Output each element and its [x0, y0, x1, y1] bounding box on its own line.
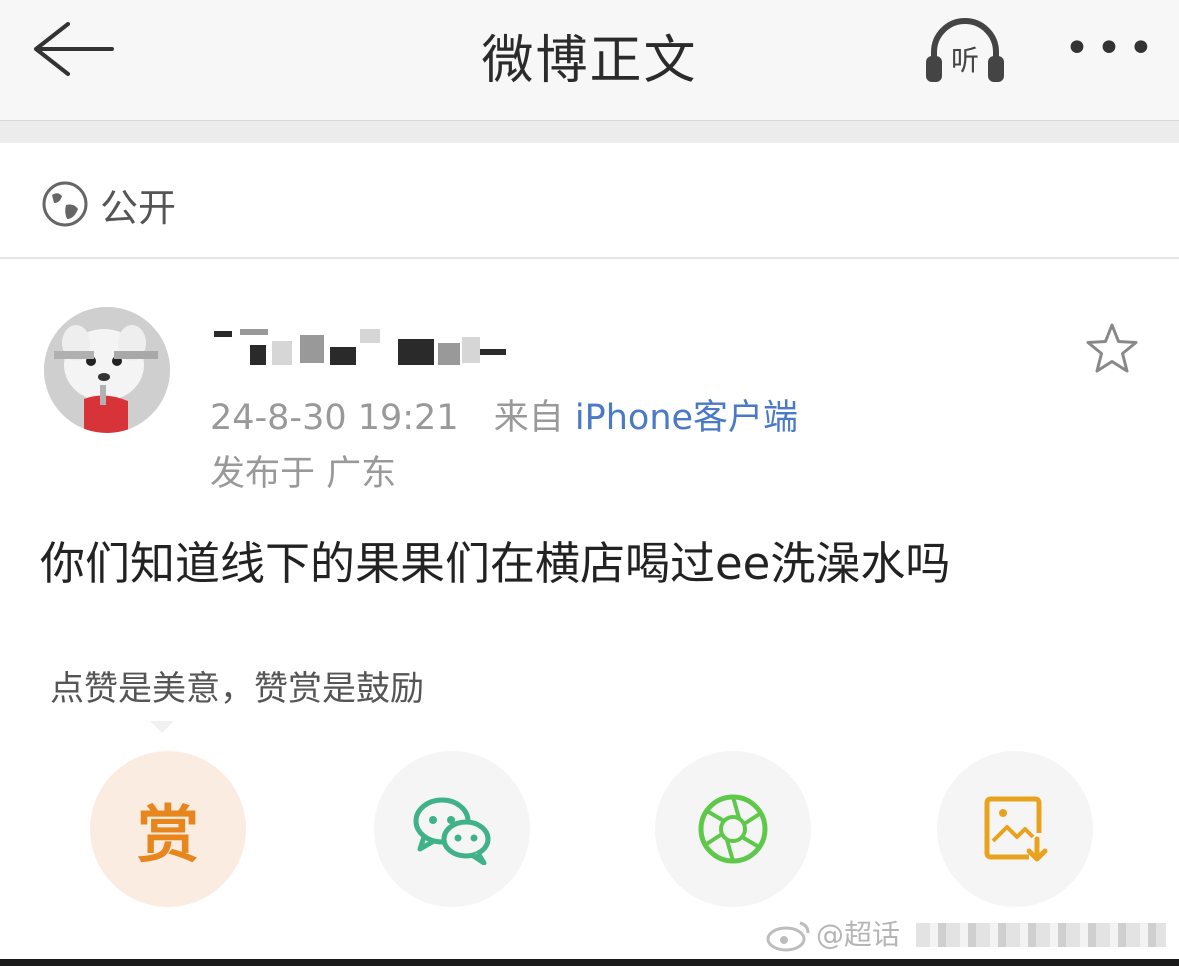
reward-tip: 点赞是美意，赞赏是鼓励: [50, 669, 424, 709]
top-nav-bar: 微博正文 听 •••: [0, 0, 1179, 121]
watermark-text: @超话: [816, 918, 901, 951]
post-location: 发布于 广东: [210, 454, 397, 494]
save-image-button[interactable]: [937, 751, 1093, 907]
wechat-icon: [413, 797, 491, 865]
weibo-logo-icon: [766, 921, 810, 952]
source-prefix: 来自: [493, 398, 564, 438]
visibility-label: 公开: [100, 186, 177, 230]
share-wechat-button[interactable]: [374, 751, 530, 907]
globe-icon: [42, 181, 88, 227]
reward-label: 赏: [136, 798, 199, 871]
post-content: 你们知道线下的果果们在横店喝过ee洗澡水吗: [40, 537, 951, 590]
post-meta: 24-8-30 19:21 来自 iPhone客户端: [210, 389, 798, 440]
avatar-image: [44, 307, 170, 433]
post-time: 24-8-30 19:21: [210, 398, 459, 438]
headphones-icon: 听: [926, 18, 1004, 82]
more-options-button[interactable]: •••: [1064, 14, 1156, 84]
source-link[interactable]: iPhone客户端: [575, 398, 798, 438]
visibility-row: 公开: [0, 143, 1179, 259]
share-moments-button[interactable]: [655, 751, 811, 907]
section-divider: [0, 121, 1179, 143]
listen-label: 听: [951, 44, 979, 77]
favorite-button[interactable]: [1084, 321, 1140, 377]
avatar[interactable]: [44, 307, 170, 433]
reward-button[interactable]: 赏: [90, 751, 246, 907]
save-image-icon: [984, 796, 1048, 862]
weibo-watermark: @超话: [764, 913, 1174, 957]
weibo-post: 24-8-30 19:21 来自 iPhone客户端 发布于 广东 你们知道线下…: [0, 259, 1179, 966]
watermark-redacted: [916, 923, 1166, 947]
moments-aperture-icon: [698, 794, 768, 864]
bottom-edge: [0, 959, 1179, 966]
star-icon: [1086, 323, 1138, 373]
username-redacted[interactable]: [210, 321, 510, 373]
listen-button[interactable]: 听: [920, 12, 1010, 92]
tip-arrow: [150, 721, 174, 733]
